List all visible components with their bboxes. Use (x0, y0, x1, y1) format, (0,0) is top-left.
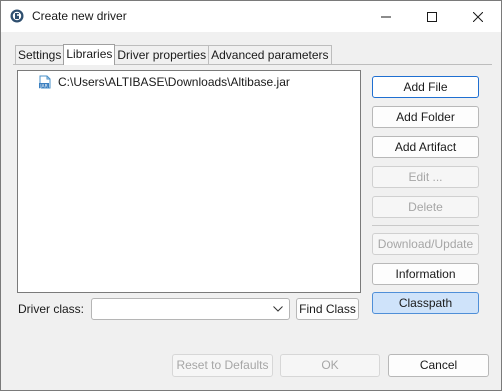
reset-to-defaults-button[interactable]: Reset to Defaults (172, 354, 273, 377)
add-folder-button[interactable]: Add Folder (372, 106, 479, 128)
tab-settings[interactable]: Settings (15, 45, 65, 64)
edit-button[interactable]: Edit ... (372, 166, 479, 188)
close-icon (473, 11, 483, 22)
download-update-button[interactable]: Download/Update (372, 233, 479, 255)
chevron-down-icon (273, 306, 283, 312)
button-separator (372, 225, 479, 226)
title-bar: Create new driver (1, 1, 501, 32)
libraries-list[interactable]: JAR C:\Users\ALTIBASE\Downloads\Altibase… (17, 70, 361, 293)
add-file-button[interactable]: Add File (372, 76, 479, 98)
minimize-button[interactable] (363, 1, 409, 32)
create-driver-dialog: Create new driver Settings Libraries Dri… (0, 0, 502, 391)
svg-text:JAR: JAR (39, 83, 47, 89)
maximize-button[interactable] (409, 1, 455, 32)
ok-button[interactable]: OK (280, 354, 380, 377)
find-class-button[interactable]: Find Class (296, 298, 359, 320)
driver-class-select[interactable] (91, 298, 290, 320)
tab-libraries[interactable]: Libraries (63, 44, 116, 65)
tab-advanced-parameters[interactable]: Advanced parameters (208, 45, 332, 64)
tab-driver-properties[interactable]: Driver properties (114, 45, 210, 64)
driver-class-label: Driver class: (18, 302, 85, 316)
app-icon (10, 9, 24, 23)
tab-strip: Settings Libraries Driver properties Adv… (15, 44, 332, 65)
delete-button[interactable]: Delete (372, 196, 479, 218)
jar-file-icon: JAR (39, 75, 51, 89)
library-path: C:\Users\ALTIBASE\Downloads\Altibase.jar (58, 75, 290, 89)
add-artifact-button[interactable]: Add Artifact (372, 136, 479, 158)
maximize-icon (427, 11, 437, 22)
close-button[interactable] (455, 1, 501, 32)
cancel-button[interactable]: Cancel (388, 354, 489, 377)
window-title: Create new driver (32, 9, 127, 23)
classpath-button[interactable]: Classpath (372, 292, 479, 314)
list-item[interactable]: JAR C:\Users\ALTIBASE\Downloads\Altibase… (38, 74, 290, 90)
minimize-icon (381, 16, 391, 17)
information-button[interactable]: Information (372, 263, 479, 285)
